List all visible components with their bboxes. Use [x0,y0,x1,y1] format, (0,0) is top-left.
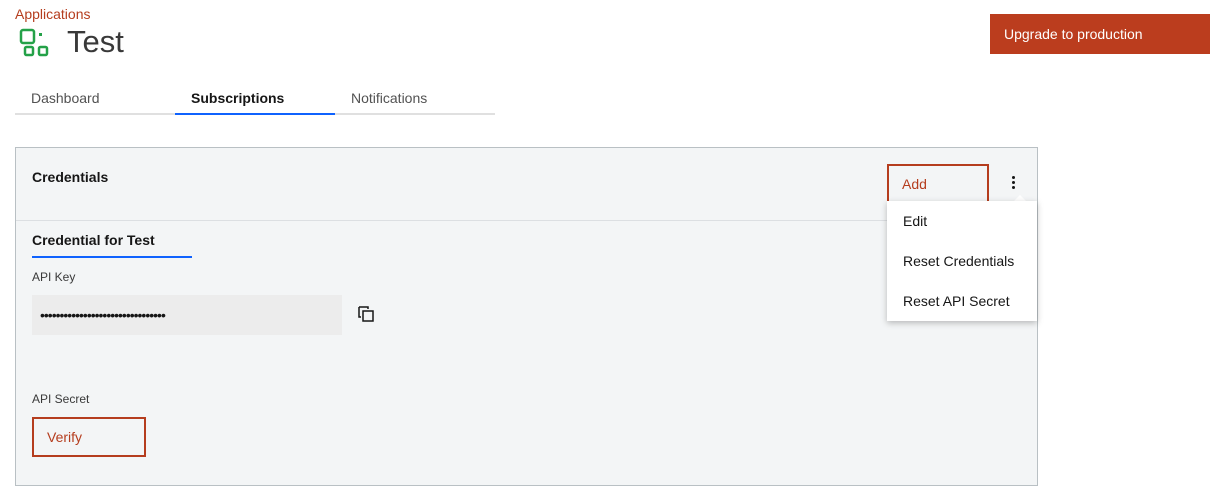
verify-button[interactable]: Verify [32,417,146,457]
page-title: Test [67,24,124,59]
credentials-panel: Credentials Add Credential for Test API … [15,147,1038,486]
app-grid-icon [19,28,49,57]
tab-credential-for-test[interactable]: Credential for Test [32,232,192,258]
menu-item-reset-credentials[interactable]: Reset Credentials [887,241,1037,281]
add-button[interactable]: Add [887,164,989,204]
api-key-label: API Key [32,270,76,284]
copy-icon[interactable] [357,305,375,323]
tab-notifications[interactable]: Notifications [351,82,427,115]
menu-item-edit[interactable]: Edit [887,201,1037,241]
breadcrumb[interactable]: Applications [15,6,91,22]
tab-subscriptions[interactable]: Subscriptions [175,82,335,115]
overflow-menu: Edit Reset Credentials Reset API Secret [887,201,1037,321]
panel-divider [16,220,1037,221]
tab-dashboard[interactable]: Dashboard [31,82,100,115]
upgrade-to-production-button[interactable]: Upgrade to production [990,14,1210,54]
overflow-menu-vertical-icon[interactable] [1003,174,1023,196]
credentials-title: Credentials [32,169,109,185]
tab-bar: Dashboard Subscriptions Notifications [15,82,495,115]
menu-item-reset-api-secret[interactable]: Reset API Secret [887,281,1037,321]
api-secret-label: API Secret [32,392,90,406]
api-key-field[interactable]: •••••••••••••••••••••••••••••••• [32,295,342,335]
